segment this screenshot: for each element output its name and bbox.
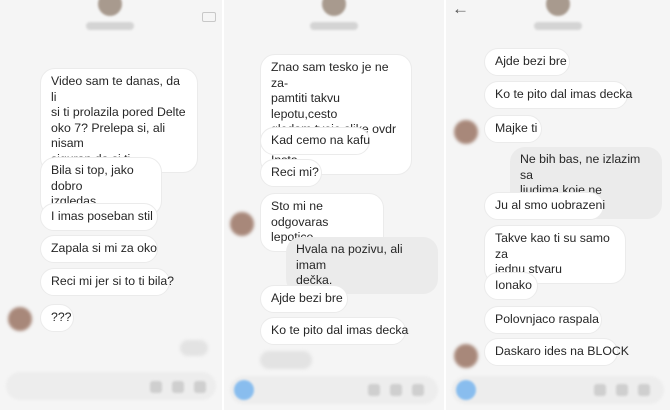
message-bubble[interactable]: Ko te pito dal imas decka xyxy=(260,317,408,345)
camera-icon[interactable] xyxy=(456,380,476,400)
sender-avatar xyxy=(230,212,254,236)
microphone-icon[interactable] xyxy=(368,384,380,396)
chat-header xyxy=(224,0,444,36)
contact-avatar[interactable] xyxy=(322,0,346,16)
message-input[interactable] xyxy=(6,372,216,400)
contact-name[interactable] xyxy=(86,22,134,30)
contact-avatar[interactable] xyxy=(546,0,570,16)
chat-header xyxy=(0,0,222,36)
sticker-icon[interactable] xyxy=(412,384,424,396)
message-input[interactable] xyxy=(452,376,664,404)
chat-header: ← xyxy=(446,0,670,36)
message-bubble[interactable]: Ajde bezi bre xyxy=(260,285,348,313)
message-input[interactable] xyxy=(230,376,438,404)
message-bubble[interactable]: Ionako xyxy=(484,272,538,300)
faded-message xyxy=(260,351,312,369)
arrow-left-icon[interactable]: ← xyxy=(452,0,469,17)
sticker-icon[interactable] xyxy=(194,381,206,393)
chat-screenshot-1: Video sam te danas, da li si ti prolazil… xyxy=(0,0,222,410)
chat-screenshot-3: ← Ajde bezi bre Ko te pito dal imas deck… xyxy=(446,0,670,410)
gallery-icon[interactable] xyxy=(172,381,184,393)
contact-avatar[interactable] xyxy=(98,0,122,16)
message-bubble[interactable]: Reci mi? xyxy=(260,159,322,187)
microphone-icon[interactable] xyxy=(594,384,606,396)
message-bubble[interactable]: Polovnjaco raspala xyxy=(484,306,602,334)
gallery-icon[interactable] xyxy=(390,384,402,396)
chat-screenshot-2: Znao sam tesko je ne za- pamtiti takvu l… xyxy=(224,0,444,410)
message-bubble[interactable]: Majke ti xyxy=(484,115,542,143)
contact-name[interactable] xyxy=(534,22,582,30)
sender-avatar xyxy=(454,344,478,368)
faded-message xyxy=(180,340,208,356)
gallery-icon[interactable] xyxy=(616,384,628,396)
message-bubble[interactable]: Znao sam tesko je ne za- pamtiti takvu l… xyxy=(260,54,412,175)
message-bubble[interactable]: Reci mi jer si to ti bila? xyxy=(40,268,174,296)
message-bubble[interactable]: I imas poseban stil xyxy=(40,203,158,231)
microphone-icon[interactable] xyxy=(150,381,162,393)
message-bubble[interactable]: Ko te pito dal imas decka xyxy=(484,81,632,109)
message-bubble[interactable]: Ajde bezi bre xyxy=(484,48,570,76)
sender-avatar xyxy=(8,307,32,331)
message-bubble[interactable]: Zapala si mi za oko xyxy=(40,235,158,263)
message-bubble[interactable]: Ju al smo uobrazeni xyxy=(484,192,605,220)
message-bubble[interactable]: Daskaro ides na BLOCK xyxy=(484,338,629,366)
video-call-icon[interactable] xyxy=(202,12,216,22)
message-bubble[interactable]: Kad cemo na kafu xyxy=(260,127,370,155)
contact-name[interactable] xyxy=(310,22,358,30)
camera-icon[interactable] xyxy=(234,380,254,400)
sticker-icon[interactable] xyxy=(638,384,650,396)
sender-avatar xyxy=(454,120,478,144)
message-bubble[interactable]: ??? xyxy=(40,304,74,332)
